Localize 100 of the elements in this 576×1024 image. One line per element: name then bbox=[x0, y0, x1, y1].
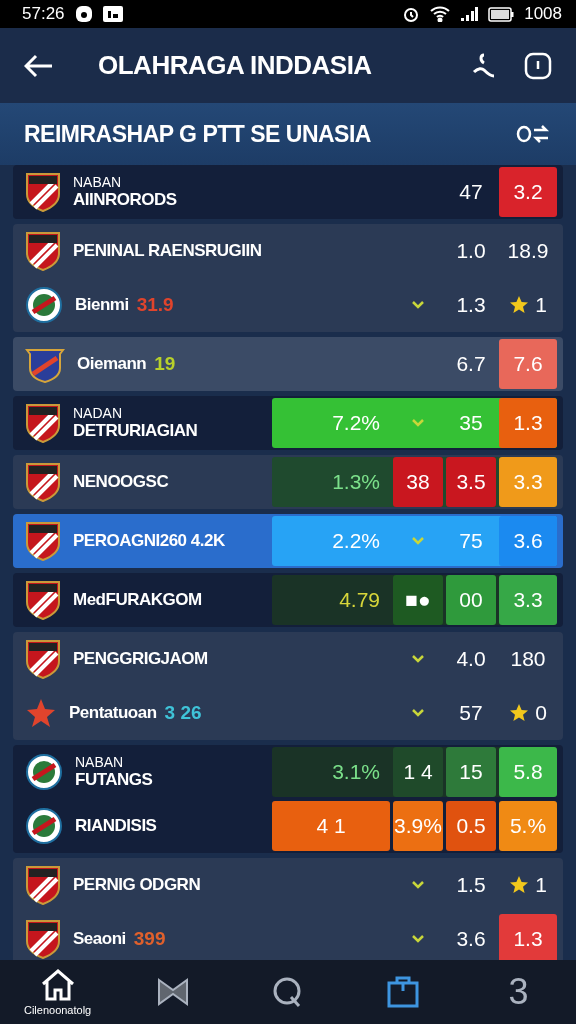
star-crest-icon bbox=[25, 697, 57, 729]
league-label: NABAN bbox=[75, 754, 124, 770]
team-name: FUTANGS bbox=[75, 770, 153, 790]
stat-value: 1.5 bbox=[456, 873, 486, 897]
star-icon bbox=[509, 295, 530, 315]
team-crest-icon bbox=[25, 462, 61, 502]
team-name: PERNIG ODGRN bbox=[73, 875, 201, 895]
team-crest-icon bbox=[25, 231, 61, 271]
nav-tab[interactable]: 3 bbox=[460, 960, 576, 1024]
odds-value[interactable]: 00 bbox=[446, 575, 496, 625]
odds-value[interactable]: 3.2 bbox=[499, 167, 557, 217]
star-count: 1 bbox=[535, 293, 547, 317]
stat-value: 3.1% bbox=[332, 760, 380, 784]
team-row[interactable]: PEROAGNI260 4.2K 2.2% 75 3.6 bbox=[13, 514, 563, 568]
stat-value: 3.6 bbox=[456, 927, 486, 951]
stat-value: 57 bbox=[459, 701, 483, 725]
team-row[interactable]: PENGGRIGJAOM 4.0 180 bbox=[13, 632, 563, 686]
team-row[interactable]: PENINAL RAENSRUGIIN 1.0 18.9 bbox=[13, 224, 563, 278]
chevron-down-icon bbox=[412, 419, 424, 427]
team-crest-icon bbox=[25, 403, 61, 443]
odds-value[interactable]: 1.3 bbox=[499, 914, 557, 960]
team-crest-icon bbox=[25, 521, 61, 561]
team-name: PENINAL RAENSRUGIIN bbox=[73, 241, 262, 261]
odds-value[interactable]: ■● bbox=[393, 575, 443, 625]
league-label: NADAN bbox=[73, 405, 122, 421]
briefcase-icon bbox=[386, 975, 421, 1009]
star-icon bbox=[509, 875, 530, 895]
team-name: DETRURIAGIAN bbox=[73, 421, 198, 441]
team-crest-icon bbox=[25, 753, 63, 791]
nav-tab[interactable]: Cilenoonatolg bbox=[0, 960, 116, 1024]
notification-icon bbox=[102, 6, 123, 22]
stat-value: 4.0 bbox=[456, 647, 486, 671]
team-name: NENOOGSC bbox=[73, 472, 169, 492]
odds-value[interactable]: 15 bbox=[446, 747, 496, 797]
chevron-down-icon bbox=[412, 655, 424, 663]
stat-value: 180 bbox=[510, 647, 546, 671]
team-row[interactable]: RIANDISIS 4 1 3.9% 0.5 5.% bbox=[13, 799, 563, 853]
odds-value[interactable]: 1 4 bbox=[393, 747, 443, 797]
stat-value: 4.79 bbox=[339, 588, 380, 612]
team-crest-icon bbox=[25, 807, 63, 845]
odds-value[interactable]: 0.5 bbox=[446, 801, 496, 851]
score-tag: 3 26 bbox=[164, 702, 202, 724]
stat-value: 75 bbox=[459, 529, 483, 553]
chevron-down-icon bbox=[412, 537, 424, 545]
team-row[interactable]: Pentatuoan 3 26 57 0 bbox=[13, 686, 563, 740]
team-crest-icon bbox=[25, 286, 63, 324]
stat-value: 1.3 bbox=[456, 293, 486, 317]
team-row[interactable]: NADAN DETRURIAGIAN 7.2% 35 1.3 bbox=[13, 396, 563, 450]
stat-value: 1.0 bbox=[456, 239, 486, 263]
team-name: Pentatuoan bbox=[69, 703, 157, 723]
team-row[interactable]: Oiemann 19 6.7 7.6 bbox=[13, 337, 563, 391]
team-row[interactable]: MedFURAKGOM 4.79 ■● 00 3.3 bbox=[13, 573, 563, 627]
status-time: 57:26 bbox=[22, 4, 65, 24]
stat-value: 2.2% bbox=[332, 529, 380, 553]
team-row[interactable]: NABAN AIINRORODS 47 3.2 bbox=[13, 165, 563, 219]
star-count: 0 bbox=[535, 701, 547, 725]
team-name: Seaoni bbox=[73, 929, 126, 949]
nav-label: Cilenoonatolg bbox=[23, 1004, 92, 1016]
stat-value: 1.3% bbox=[332, 470, 380, 494]
team-name: RIANDISIS bbox=[75, 816, 157, 836]
home-icon bbox=[39, 968, 76, 1002]
team-name: Oiemann bbox=[77, 354, 147, 374]
chevron-down-icon bbox=[412, 935, 424, 943]
alarm-icon bbox=[402, 5, 421, 23]
team-name: PEROAGNI260 4.2K bbox=[73, 531, 225, 551]
chevron-down-icon bbox=[412, 881, 424, 889]
odds-value[interactable]: 3.6 bbox=[499, 516, 557, 566]
star-count: 1 bbox=[535, 873, 547, 897]
stat-value: 35 bbox=[459, 411, 483, 435]
signal-icon bbox=[460, 6, 479, 22]
battery-icon bbox=[488, 6, 515, 22]
chevron-down-icon bbox=[412, 301, 424, 309]
app-title: OLAHRAGA INDDASIA bbox=[98, 50, 373, 81]
stat-value: 6.7 bbox=[456, 352, 486, 376]
team-name: AIINRORODS bbox=[73, 190, 177, 210]
team-row[interactable]: NENOOGSC 1.3% 38 3.5 3.3 bbox=[13, 455, 563, 509]
score-tag: 19 bbox=[154, 353, 176, 375]
notification-icon bbox=[74, 5, 93, 23]
team-row[interactable]: PERNIG ODGRN 1.5 1 bbox=[13, 858, 563, 912]
score-tag: 31.9 bbox=[136, 294, 174, 316]
score-tag: 399 bbox=[133, 928, 166, 950]
star-icon bbox=[509, 703, 530, 723]
team-row[interactable]: Bienmi 31.9 1.3 1 bbox=[13, 278, 563, 332]
team-crest-icon bbox=[25, 865, 61, 905]
stat-value: 47 bbox=[459, 180, 483, 204]
bowtie-icon bbox=[155, 977, 190, 1007]
team-name: PENGGRIGJAOM bbox=[73, 649, 208, 669]
odds-value[interactable]: 38 bbox=[393, 457, 443, 507]
wifi-icon bbox=[430, 6, 451, 22]
team-row[interactable]: NABAN FUTANGS 3.1% 1 4 15 5.8 bbox=[13, 745, 563, 799]
team-crest-icon bbox=[25, 919, 61, 959]
team-crest-icon bbox=[25, 172, 61, 212]
team-crest-icon bbox=[25, 639, 61, 679]
odds-value[interactable]: 3.5 bbox=[446, 457, 496, 507]
league-label: NABAN bbox=[73, 174, 122, 190]
chevron-down-icon bbox=[412, 709, 424, 717]
team-crest-icon bbox=[25, 580, 61, 620]
team-name: Bienmi bbox=[75, 295, 129, 315]
team-name: MedFURAKGOM bbox=[73, 590, 202, 610]
section-title: REIMRASHAP G PTT SE UNASIA bbox=[24, 120, 372, 148]
